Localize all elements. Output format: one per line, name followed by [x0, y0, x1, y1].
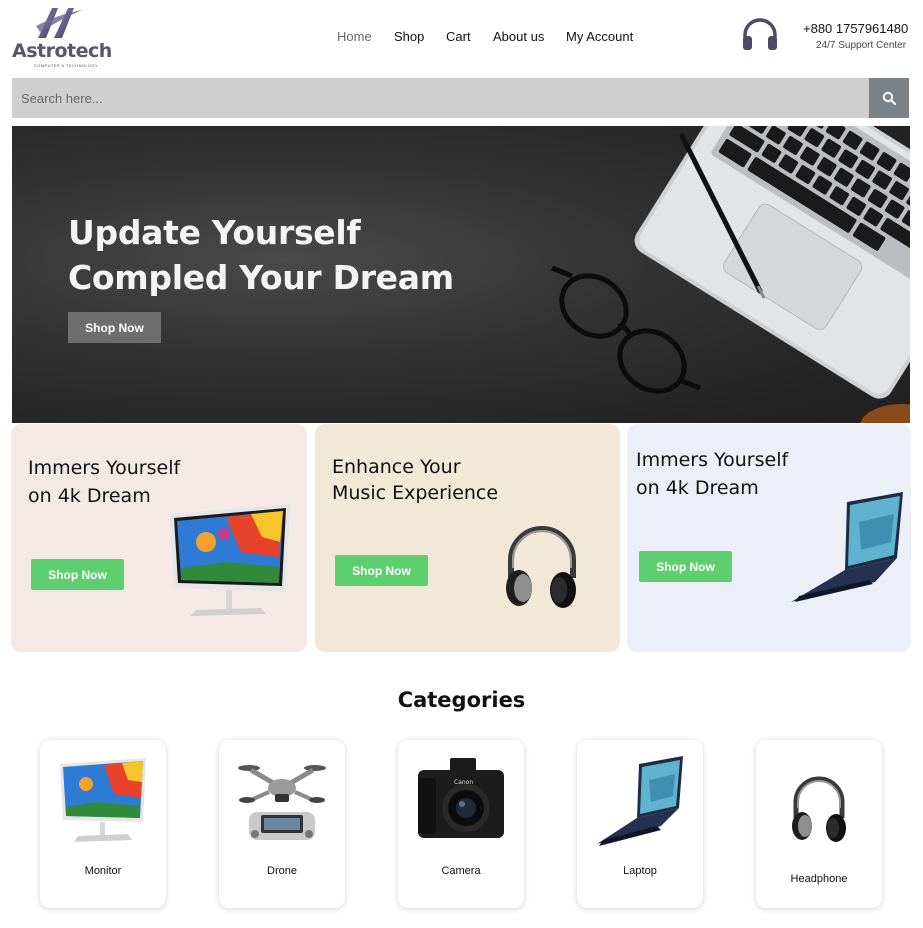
category-label: Monitor [84, 865, 122, 877]
category-label: Laptop [623, 865, 657, 877]
category-card-monitor[interactable]: Monitor [40, 740, 166, 908]
search-button[interactable] [869, 78, 909, 118]
support-phone[interactable]: +880 1757961480 [803, 21, 908, 36]
svg-text:Canon: Canon [454, 779, 473, 786]
brand-logo[interactable]: Astrotech COMPUTER & TECHNOLOGY [12, 2, 112, 70]
category-card-camera[interactable]: Canon Camera [398, 740, 524, 908]
nav-my-account[interactable]: My Account [566, 29, 633, 44]
promo-title-line1: Enhance Your [332, 456, 461, 478]
laptop-category-image [597, 756, 683, 846]
brand-tagline: COMPUTER & TECHNOLOGY [34, 63, 99, 68]
promo-shop-now-button[interactable]: Shop Now [335, 555, 428, 586]
hero-title-line1: Update Yourself [68, 213, 361, 252]
hero-laptop-glasses-image [551, 126, 910, 423]
support-label: 24/7 Support Center [816, 40, 907, 51]
nav-cart[interactable]: Cart [446, 29, 471, 44]
headphones-icon [743, 18, 777, 50]
hero-title: Update Yourself Compled Your Dream [68, 210, 454, 300]
promo-card-laptop[interactable]: Immers Yourself on 4k Dream Shop Now [627, 424, 911, 652]
nav-home[interactable]: Home [337, 29, 372, 44]
headphone-category-image [792, 776, 846, 842]
monitor-product-image [170, 504, 290, 616]
laptop-product-image [791, 492, 903, 602]
promo-title-line2: Music Experience [332, 482, 499, 504]
category-card-drone[interactable]: Drone [219, 740, 345, 908]
headphone-product-image [506, 526, 576, 608]
nav-shop[interactable]: Shop [394, 29, 424, 44]
search-bar [12, 78, 909, 118]
logo-mark-icon [36, 8, 82, 38]
brand-name: Astrotech [12, 40, 112, 62]
promo-title: Enhance Your Music Experience [332, 454, 498, 506]
category-label: Camera [441, 865, 481, 877]
category-card-headphone[interactable]: Headphone [756, 740, 882, 908]
search-input[interactable] [12, 78, 869, 118]
promo-title-line2: on 4k Dream [636, 477, 759, 499]
promo-shop-now-button[interactable]: Shop Now [639, 551, 732, 582]
promo-title-line1: Immers Yourself [28, 457, 181, 479]
categories-heading: Categories [397, 688, 526, 712]
camera-category-image: Canon [418, 758, 504, 838]
promo-title-line1: Immers Yourself [636, 449, 789, 471]
drone-category-image [238, 765, 326, 840]
category-label: Headphone [790, 873, 848, 885]
hero-title-line2: Compled Your Dream [68, 258, 454, 297]
monitor-category-image [60, 758, 146, 842]
promo-title-line2: on 4k Dream [28, 485, 151, 507]
category-label: Drone [267, 865, 297, 877]
category-card-laptop[interactable]: Laptop [577, 740, 703, 908]
promo-card-headphone[interactable]: Enhance Your Music Experience Shop Now [315, 424, 620, 652]
promo-shop-now-button[interactable]: Shop Now [31, 559, 124, 590]
promo-card-monitor[interactable]: Immers Yourself on 4k Dream Shop Now [11, 424, 307, 652]
hero-banner: Update Yourself Compled Your Dream Shop … [12, 126, 910, 423]
search-icon [882, 91, 896, 105]
promo-title: Immers Yourself on 4k Dream [636, 446, 788, 502]
promo-title: Immers Yourself on 4k Dream [28, 454, 180, 510]
hero-shop-now-button[interactable]: Shop Now [68, 312, 161, 343]
nav-about-us[interactable]: About us [493, 29, 544, 44]
